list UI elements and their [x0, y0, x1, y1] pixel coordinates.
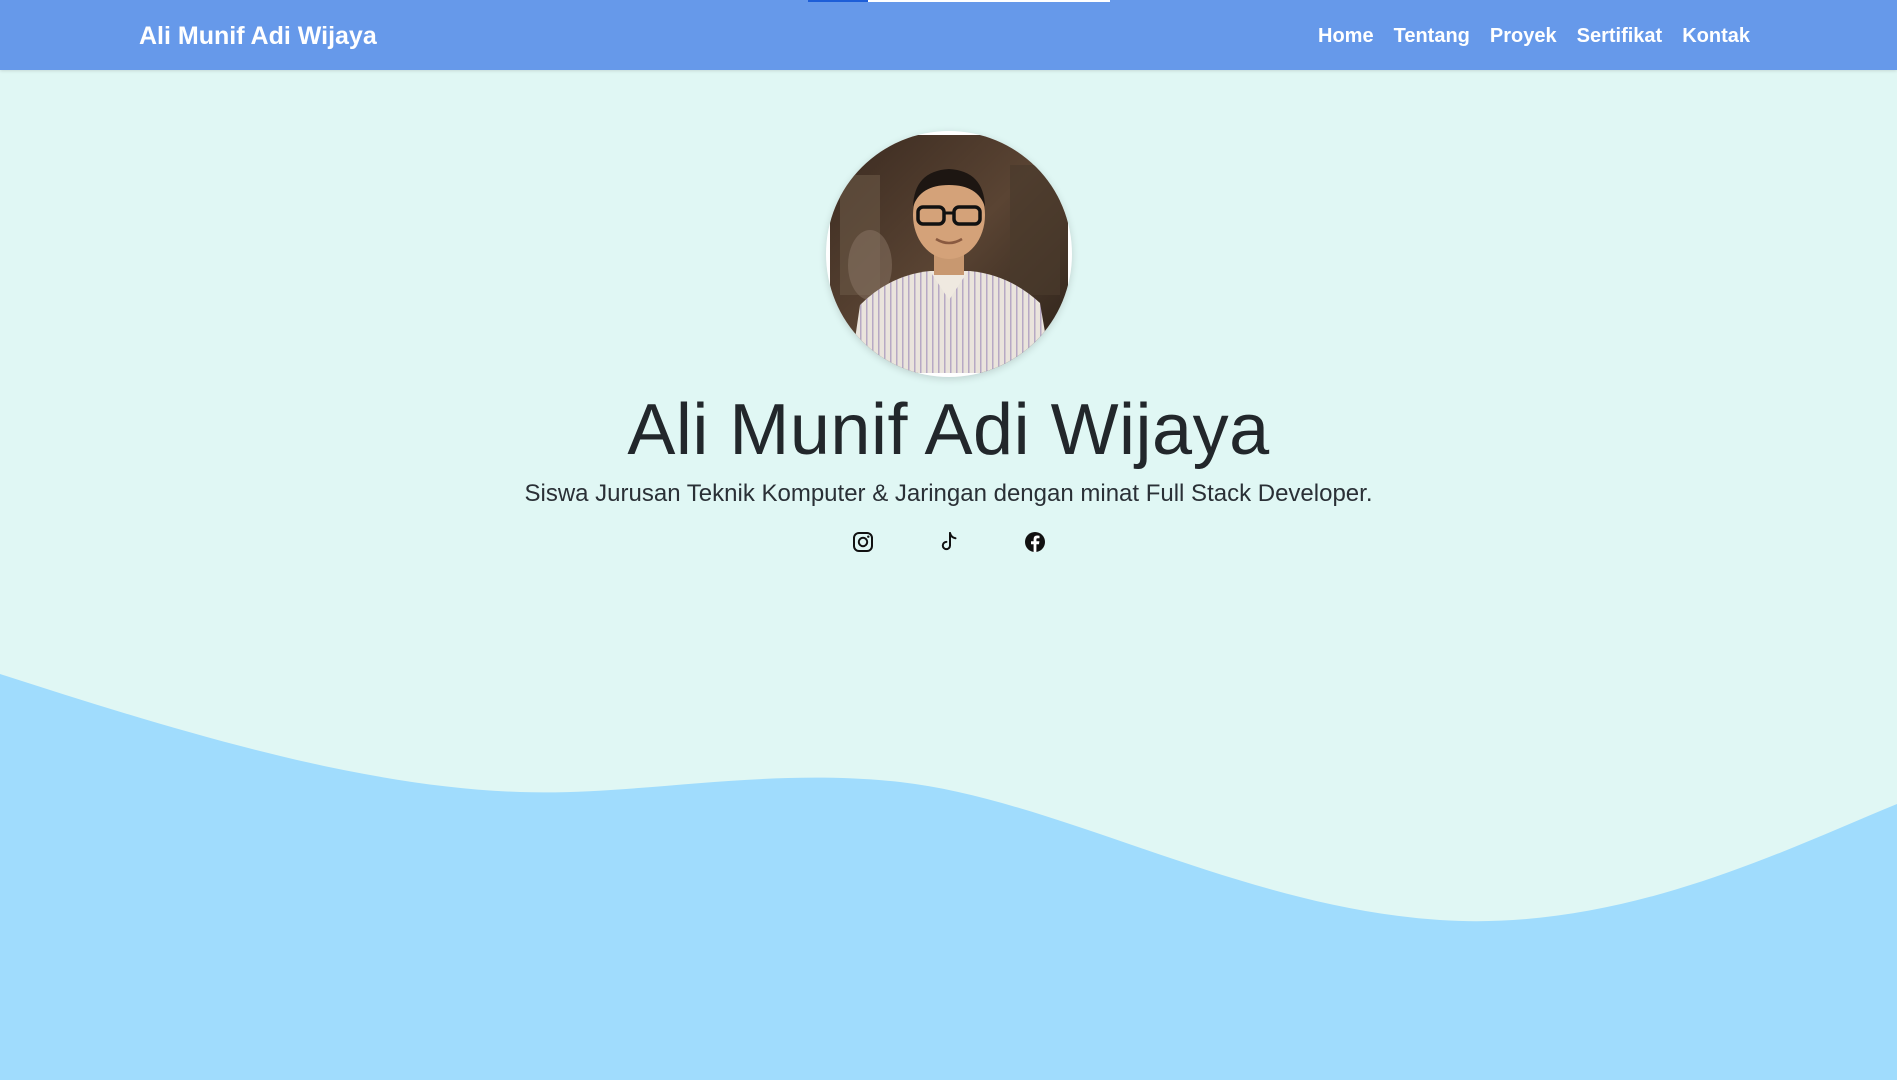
hero-section: Ali Munif Adi Wijaya Siswa Jurusan Tekni… — [0, 70, 1897, 1080]
instagram-icon — [852, 532, 873, 552]
brand-link[interactable]: Ali Munif Adi Wijaya — [139, 20, 377, 52]
profile-avatar — [826, 131, 1072, 377]
nav-link-home[interactable]: Home — [1318, 22, 1374, 50]
facebook-link[interactable] — [1023, 530, 1047, 554]
facebook-icon — [1024, 532, 1045, 552]
instagram-link[interactable] — [851, 530, 875, 554]
hero-name: Ali Munif Adi Wijaya — [627, 390, 1270, 470]
nav-link-proyek[interactable]: Proyek — [1490, 22, 1557, 50]
hero-subtitle: Siswa Jurusan Teknik Komputer & Jaringan… — [524, 480, 1373, 507]
social-links — [0, 530, 1897, 554]
profile-photo — [830, 135, 1068, 373]
nav-link-kontak[interactable]: Kontak — [1682, 22, 1750, 50]
navbar: Ali Munif Adi Wijaya Home Tentang Proyek… — [0, 0, 1897, 70]
nav-link-tentang[interactable]: Tentang — [1394, 22, 1470, 50]
tiktok-link[interactable] — [937, 530, 961, 554]
nav-link-sertifikat[interactable]: Sertifikat — [1577, 22, 1663, 50]
scroll-indicator — [808, 0, 1110, 2]
tiktok-icon — [941, 532, 956, 551]
nav-menu: Home Tentang Proyek Sertifikat Kontak — [1318, 22, 1750, 50]
wave-background — [0, 674, 1897, 1080]
scroll-indicator-active — [808, 0, 868, 2]
